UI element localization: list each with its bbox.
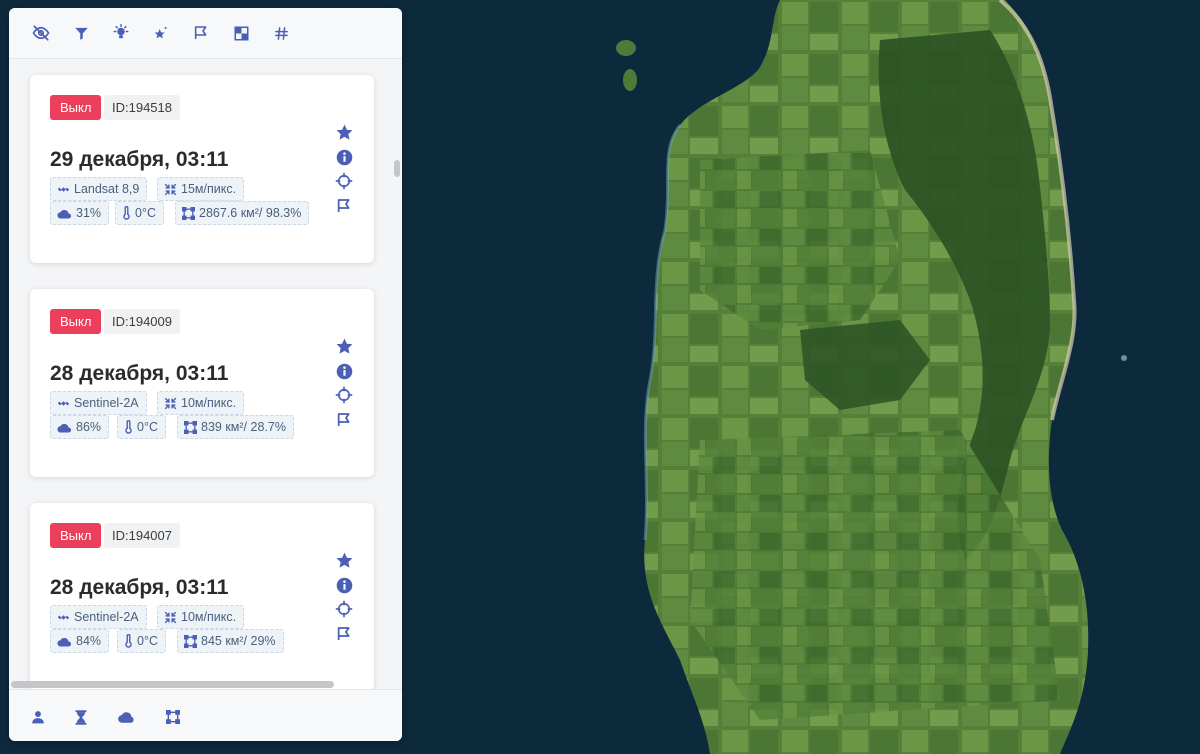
info-icon[interactable]	[334, 147, 354, 167]
cloudiness-chip: 31%	[50, 201, 110, 225]
panel-toolbar	[9, 8, 402, 59]
star-sparkle-icon[interactable]	[150, 22, 172, 44]
satellite-name: Landsat 8,9	[74, 182, 140, 196]
resolution-value: 10м/пикс.	[181, 610, 237, 624]
favorite-star-icon[interactable]	[334, 122, 354, 142]
satellite-chip: Sentinel-2A	[50, 605, 147, 629]
coverage-chip: 2867.6 км²/ 98.3%	[175, 201, 310, 225]
panel-footer	[9, 689, 402, 741]
checker-icon[interactable]	[230, 22, 252, 44]
imagery-card[interactable]: Выкл ID:194518 29 декабря, 03:11 Landsat…	[30, 75, 374, 263]
status-badge-off[interactable]: Выкл	[50, 309, 102, 334]
temperature-chip: 0°C	[117, 629, 166, 653]
farmland-center	[700, 150, 900, 330]
temperature-value: 0°C	[137, 420, 158, 434]
lightbulb-icon[interactable]	[110, 22, 132, 44]
satellite-icon	[57, 400, 70, 406]
user-icon[interactable]	[27, 707, 49, 727]
imagery-panel: Выкл ID:194518 29 декабря, 03:11 Landsat…	[9, 8, 402, 741]
satellite-name: Sentinel-2A	[74, 396, 139, 410]
coverage-value: 845 км²/ 29%	[201, 634, 276, 648]
favorite-star-icon[interactable]	[334, 336, 354, 356]
temperature-chip: 0°C	[117, 415, 166, 439]
vertical-scrollbar[interactable]	[394, 160, 400, 177]
cloud-icon	[57, 423, 72, 433]
crosshair-icon[interactable]	[334, 171, 354, 191]
area-icon	[184, 420, 197, 434]
temperature-chip: 0°C	[115, 201, 164, 225]
imagery-card[interactable]: Выкл ID:194009 28 декабря, 03:11 Sentine…	[30, 289, 374, 477]
crosshair-icon[interactable]	[334, 599, 354, 619]
cloudiness-chip: 84%	[50, 629, 110, 653]
flag-area-icon[interactable]	[190, 22, 212, 44]
imagery-card[interactable]: Выкл ID:194007 28 декабря, 03:11 Sentine…	[30, 503, 374, 689]
temperature-value: 0°C	[137, 634, 158, 648]
favorite-star-icon[interactable]	[334, 550, 354, 570]
info-icon[interactable]	[334, 361, 354, 381]
compress-icon	[164, 397, 177, 409]
cloudiness-chip: 86%	[50, 415, 110, 439]
thermometer-icon	[125, 634, 132, 648]
scene-date: 28 декабря, 03:11	[50, 362, 229, 385]
islet	[616, 40, 636, 56]
cloudiness-value: 84%	[76, 634, 102, 648]
satellite-icon	[57, 614, 70, 620]
flag-icon[interactable]	[334, 624, 354, 644]
thermometer-icon	[123, 206, 130, 220]
resolution-value: 10м/пикс.	[181, 396, 237, 410]
cloudiness-value: 86%	[76, 420, 102, 434]
islet	[1121, 355, 1127, 361]
scene-id-badge: ID:194007	[104, 523, 180, 548]
cloud-icon	[57, 637, 72, 647]
coverage-value: 839 км²/ 28.7%	[201, 420, 286, 434]
coverage-chip: 839 км²/ 28.7%	[177, 415, 294, 439]
scene-date: 29 декабря, 03:11	[50, 148, 229, 171]
resolution-value: 15м/пикс.	[181, 182, 237, 196]
satellite-icon	[57, 186, 70, 192]
thermometer-icon	[125, 420, 132, 434]
scene-date: 28 декабря, 03:11	[50, 576, 229, 599]
area-icon	[182, 206, 195, 220]
hash-icon[interactable]	[270, 22, 292, 44]
horizontal-scrollbar[interactable]	[11, 681, 334, 688]
info-icon[interactable]	[334, 575, 354, 595]
scene-id-badge: ID:194009	[104, 309, 180, 334]
imagery-list[interactable]: Выкл ID:194518 29 декабря, 03:11 Landsat…	[9, 59, 402, 689]
area-select-icon[interactable]	[162, 707, 184, 727]
islet	[623, 69, 637, 91]
resolution-chip: 10м/пикс.	[157, 605, 245, 629]
cloudiness-value: 31%	[76, 206, 102, 220]
compress-icon	[164, 611, 177, 623]
resolution-chip: 10м/пикс.	[157, 391, 245, 415]
flag-icon[interactable]	[334, 410, 354, 430]
coverage-chip: 845 км²/ 29%	[177, 629, 284, 653]
eye-off-icon[interactable]	[30, 22, 52, 44]
satellite-chip: Landsat 8,9	[50, 177, 148, 201]
status-badge-off[interactable]: Выкл	[50, 523, 102, 548]
satellite-chip: Sentinel-2A	[50, 391, 147, 415]
hourglass-icon[interactable]	[70, 707, 92, 727]
temperature-value: 0°C	[135, 206, 156, 220]
status-badge-off[interactable]: Выкл	[50, 95, 102, 120]
filter-icon[interactable]	[70, 22, 92, 44]
flag-icon[interactable]	[334, 196, 354, 216]
satellite-name: Sentinel-2A	[74, 610, 139, 624]
scene-id-badge: ID:194518	[104, 95, 180, 120]
area-icon	[184, 634, 197, 648]
crosshair-icon[interactable]	[334, 385, 354, 405]
compress-icon	[164, 183, 177, 195]
coverage-value: 2867.6 км²/ 98.3%	[199, 206, 302, 220]
clouds-icon[interactable]	[115, 707, 137, 727]
cloud-icon	[57, 209, 72, 219]
resolution-chip: 15м/пикс.	[157, 177, 245, 201]
